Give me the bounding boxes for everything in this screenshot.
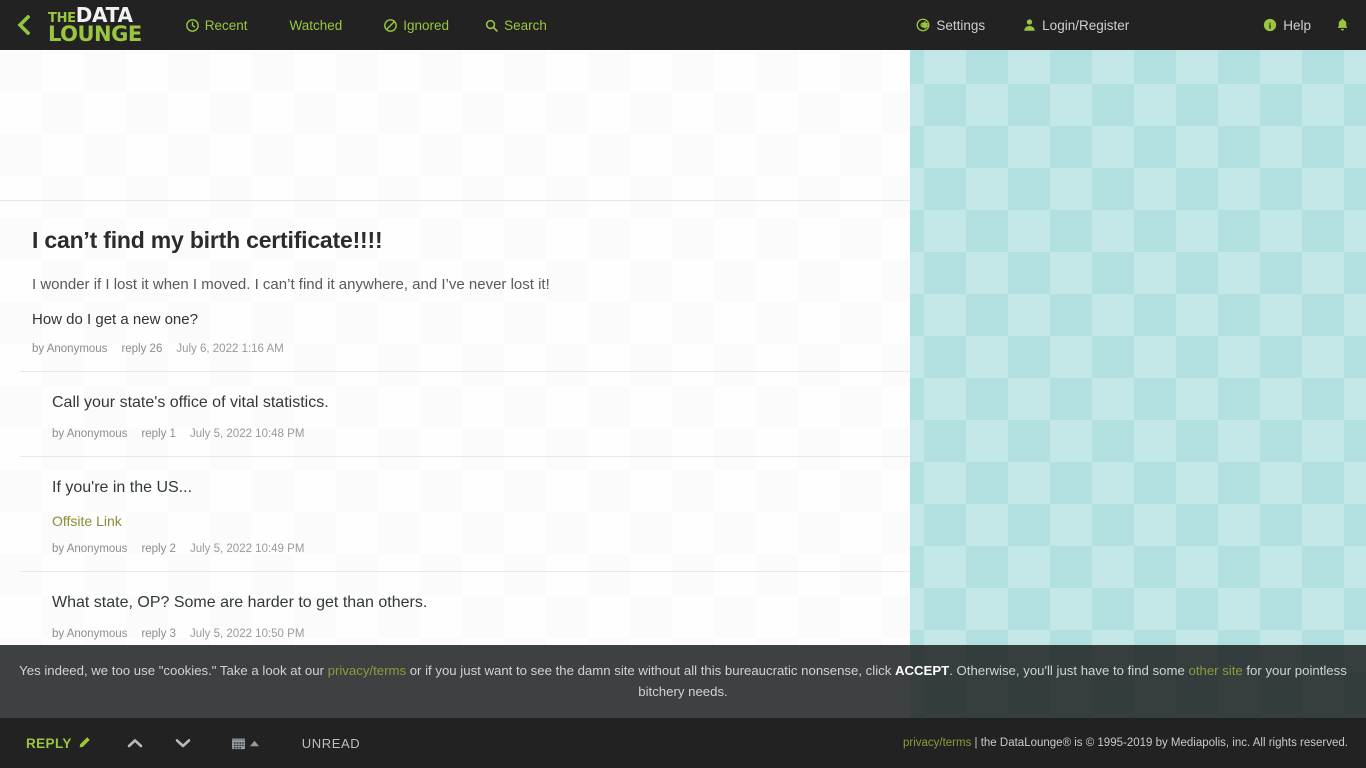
nav-item-recent[interactable]: Recent [172, 18, 262, 33]
privacy-terms-link[interactable]: privacy/terms [328, 663, 406, 678]
nav-label-settings: Settings [936, 17, 986, 33]
cookie-consent-banner: Yes indeed, we too use "cookies." Take a… [0, 645, 1366, 718]
reply-post[interactable]: Call your state's office of vital statis… [20, 371, 910, 456]
unread-button[interactable]: UNREAD [286, 736, 377, 751]
offsite-link[interactable]: Offsite Link [52, 513, 880, 529]
pencil-icon [79, 737, 90, 748]
post-meta: by Anonymous reply 3 July 5, 2022 10:50 … [52, 628, 880, 640]
footer-copyright-text: | the DataLounge® is © 1995-2019 by Medi… [971, 737, 1348, 749]
reply-button[interactable]: REPLY [0, 736, 103, 751]
chevron-left-icon [17, 15, 30, 35]
post-title: I can’t find my birth certificate!!!! [32, 227, 383, 253]
original-post[interactable]: I can’t find my birth certificate!!!! I … [0, 200, 910, 371]
post-body-line: I wonder if I lost it when I moved. I ca… [32, 276, 550, 293]
post-reply-number[interactable]: reply 1 [141, 428, 176, 440]
nav-label-help: Help [1283, 17, 1311, 33]
ban-icon [384, 18, 398, 32]
accept-button[interactable]: ACCEPT [895, 663, 949, 678]
search-icon [485, 19, 498, 32]
post-date: July 6, 2022 1:16 AM [176, 343, 284, 355]
ad-placeholder [0, 50, 910, 200]
cookie-banner-text: Yes indeed, we too use "cookies." Take a… [14, 661, 1352, 702]
top-navigation-bar: THEDATA LOUNGE Recent Watched Ignored Se… [0, 0, 1366, 50]
post-date: July 5, 2022 10:48 PM [189, 428, 305, 440]
nav-label-recent: Recent [204, 17, 248, 33]
post-body: I wonder if I lost it when I moved. I ca… [32, 274, 880, 331]
post-author: by Anonymous [52, 543, 128, 555]
post-reply-number[interactable]: reply 26 [121, 343, 162, 355]
info-circle-icon: i [1263, 18, 1277, 32]
reply-text: If you're in the US... [52, 479, 193, 496]
other-site-link[interactable]: other site [1188, 663, 1242, 678]
post-date: July 5, 2022 10:50 PM [189, 628, 305, 640]
page-root: THEDATA LOUNGE Recent Watched Ignored Se… [0, 0, 1366, 768]
scroll-down-button[interactable] [157, 737, 205, 749]
post-meta: by Anonymous reply 1 July 5, 2022 10:48 … [52, 428, 880, 440]
post-body-line: How do I get a new one? [32, 310, 198, 328]
clock-icon [185, 18, 199, 32]
scroll-up-button[interactable] [103, 737, 157, 749]
unread-label: UNREAD [301, 735, 361, 751]
gear-icon [916, 18, 930, 32]
post-reply-number[interactable]: reply 2 [141, 543, 176, 555]
nav-label-ignored: Ignored [403, 17, 450, 33]
reply-post[interactable]: What state, OP? Some are harder to get t… [20, 571, 910, 656]
nav-item-settings[interactable]: Settings [902, 18, 999, 33]
footer-privacy-terms-link[interactable]: privacy/terms [903, 737, 971, 749]
user-icon [1023, 18, 1036, 32]
calendar-icon [231, 737, 245, 749]
logo-lounge: LOUNGE [48, 21, 142, 46]
nav-item-search[interactable]: Search [463, 18, 561, 33]
nav-label-login-register: Login/Register [1042, 17, 1130, 33]
post-author: by Anonymous [52, 428, 128, 440]
chevron-down-icon [175, 739, 191, 748]
reply-text: Call your state's office of vital statis… [52, 394, 329, 411]
reply-button-label: REPLY [26, 735, 72, 751]
thread-list-button[interactable] [205, 736, 274, 751]
site-logo[interactable]: THEDATA LOUNGE [48, 5, 142, 46]
nav-right-group: Settings Login/Register i Help [902, 17, 1366, 33]
cookie-text-part1: Yes indeed, we too use "cookies." Take a… [19, 663, 328, 679]
reply-text: What state, OP? Some are harder to get t… [52, 594, 428, 611]
reply-post[interactable]: If you're in the US... Offsite Link by A… [20, 456, 910, 571]
bell-icon [1337, 18, 1348, 31]
notifications-bell-button[interactable] [1325, 17, 1366, 33]
cookie-text-part3: . Otherwise, you'll just have to find so… [949, 663, 1189, 679]
nav-item-watched[interactable]: Watched [261, 18, 370, 33]
post-author: by Anonymous [52, 628, 128, 640]
chevron-up-icon [127, 739, 143, 748]
cookie-text-part2: or if you just want to see the damn site… [406, 663, 895, 679]
post-meta: by Anonymous reply 26 July 6, 2022 1:16 … [32, 343, 880, 355]
footer-copyright: privacy/terms | the DataLounge® is © 199… [903, 737, 1366, 749]
post-author: by Anonymous [32, 343, 108, 355]
back-button[interactable] [0, 0, 46, 50]
nav-item-login-register[interactable]: Login/Register [999, 18, 1143, 33]
nav-label-search: Search [504, 17, 547, 33]
post-date: July 5, 2022 10:49 PM [189, 543, 305, 555]
post-reply-number[interactable]: reply 3 [141, 628, 176, 640]
nav-item-help[interactable]: i Help [1143, 18, 1325, 33]
nav-label-watched: Watched [289, 17, 343, 33]
caret-up-icon [249, 740, 259, 746]
post-meta: by Anonymous reply 2 July 5, 2022 10:49 … [52, 543, 880, 555]
nav-item-ignored[interactable]: Ignored [370, 18, 463, 33]
bottom-toolbar: REPLY UNREAD privacy/terms | the DataLou… [0, 718, 1366, 768]
